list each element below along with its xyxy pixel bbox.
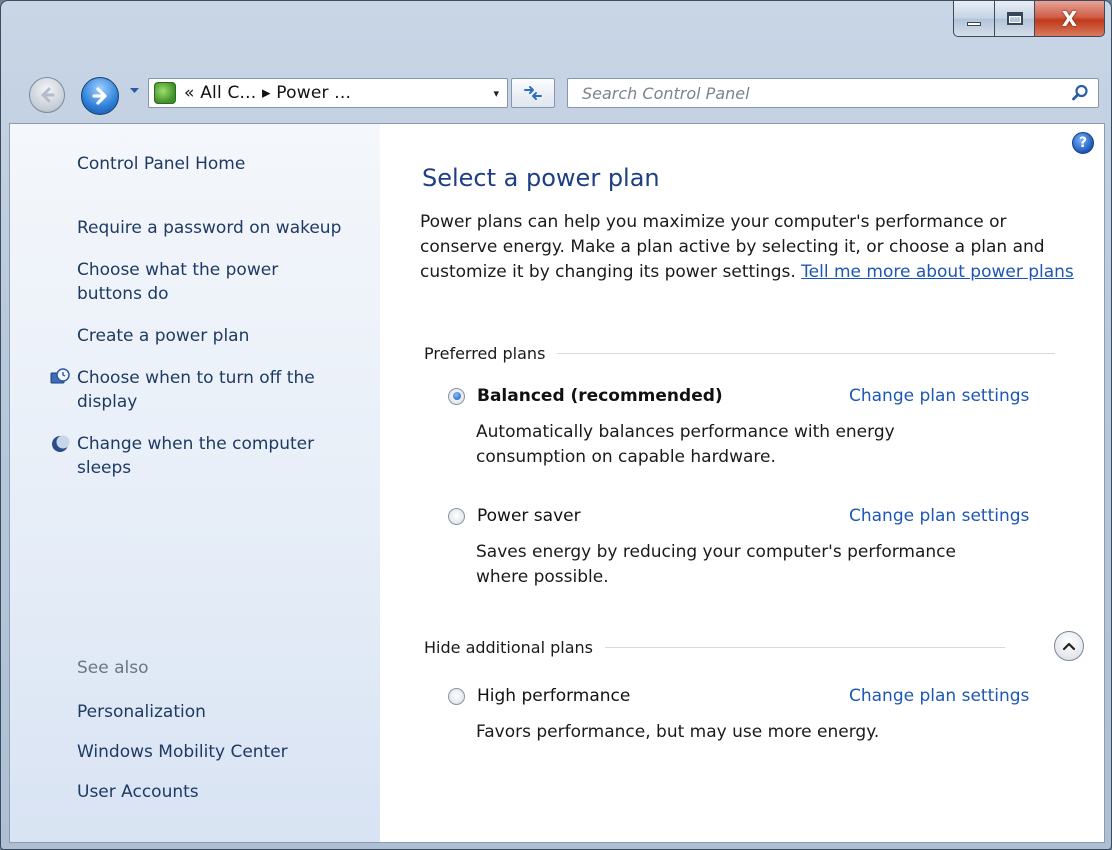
content-area: Control Panel Home Require a password on… bbox=[9, 123, 1105, 843]
search-input[interactable] bbox=[582, 83, 1066, 103]
close-button[interactable]: X bbox=[1035, 1, 1105, 37]
plan-balanced-radio[interactable] bbox=[448, 387, 465, 405]
preferred-plans-label: Preferred plans bbox=[424, 344, 546, 363]
see-also-heading: See also bbox=[77, 658, 149, 678]
main-pane: ? Select a power plan Power plans can he… bbox=[420, 124, 1104, 842]
computer-sleeps-link[interactable]: Change when the computer sleeps bbox=[77, 432, 347, 480]
see-also-user-accounts[interactable]: User Accounts bbox=[77, 780, 199, 804]
plan-balanced-description: Automatically balances performance with … bbox=[476, 422, 895, 467]
plan-high-performance-radio[interactable] bbox=[448, 687, 465, 705]
plan-balanced[interactable]: Balanced (recommended) bbox=[448, 386, 723, 406]
address-bar[interactable]: « All C... ▸ Power ... ▾ bbox=[148, 78, 508, 108]
learn-more-link[interactable]: Tell me more about power plans bbox=[801, 262, 1074, 282]
refresh-button[interactable] bbox=[511, 78, 555, 108]
forward-arrow-icon bbox=[92, 87, 107, 105]
navigation-bar: « All C... ▸ Power ... ▾ bbox=[1, 65, 1111, 123]
close-icon: X bbox=[1061, 6, 1078, 31]
moon-icon bbox=[52, 435, 70, 452]
maximize-icon bbox=[1006, 12, 1023, 25]
back-arrow-icon bbox=[41, 87, 55, 103]
plan-high-performance-change-settings-link[interactable]: Change plan settings bbox=[849, 686, 1029, 706]
power-options-window: X « All C... ▸ Power ... ▾ Search Contro… bbox=[0, 0, 1112, 850]
page-title: Select a power plan bbox=[422, 164, 660, 192]
plan-power-saver-label[interactable]: Power saver bbox=[477, 506, 581, 526]
maximize-button[interactable] bbox=[995, 1, 1035, 37]
monitor-clock-icon bbox=[50, 368, 70, 384]
plan-high-performance[interactable]: High performance bbox=[448, 686, 630, 706]
radio-selected-dot bbox=[452, 392, 461, 400]
breadcrumb[interactable]: « All C... ▸ Power ... bbox=[184, 83, 351, 103]
intro-text: Power plans can help you maximize your c… bbox=[420, 210, 1080, 285]
minimize-button[interactable] bbox=[953, 1, 995, 37]
help-icon[interactable]: ? bbox=[1072, 132, 1094, 154]
additional-plans-label: Hide additional plans bbox=[424, 638, 593, 657]
require-password-link[interactable]: Require a password on wakeup bbox=[77, 216, 377, 240]
task-pane: Control Panel Home Require a password on… bbox=[10, 124, 380, 842]
divider bbox=[605, 647, 1005, 648]
turn-off-display-link[interactable]: Choose when to turn off the display bbox=[77, 366, 347, 414]
refresh-icon bbox=[524, 86, 542, 100]
plan-high-performance-description: Favors performance, but may use more ene… bbox=[476, 722, 880, 742]
chevron-down-icon bbox=[130, 88, 139, 93]
chevron-up-icon bbox=[1062, 642, 1076, 651]
see-also-personalization[interactable]: Personalization bbox=[77, 700, 206, 724]
plan-power-saver-change-settings-link[interactable]: Change plan settings bbox=[849, 506, 1029, 526]
plan-balanced-change-settings-link[interactable]: Change plan settings bbox=[849, 386, 1029, 406]
control-panel-home-link[interactable]: Control Panel Home bbox=[77, 152, 245, 176]
additional-plans-header: Hide additional plans bbox=[424, 638, 1005, 657]
hide-additional-plans-button[interactable] bbox=[1054, 631, 1084, 661]
search-button[interactable] bbox=[1066, 79, 1094, 107]
plan-power-saver-description: Saves energy by reducing your computer's… bbox=[476, 542, 956, 587]
control-panel-icon bbox=[154, 82, 176, 104]
recent-pages-dropdown[interactable] bbox=[129, 87, 140, 98]
plan-balanced-label[interactable]: Balanced (recommended) bbox=[477, 386, 723, 406]
back-button[interactable] bbox=[29, 77, 65, 113]
divider bbox=[557, 353, 1056, 354]
plan-power-saver[interactable]: Power saver bbox=[448, 506, 581, 526]
see-also-mobility-center[interactable]: Windows Mobility Center bbox=[77, 740, 288, 764]
caption-buttons: X bbox=[953, 1, 1105, 37]
create-power-plan-link[interactable]: Create a power plan bbox=[77, 324, 337, 348]
minimize-icon bbox=[967, 21, 981, 26]
power-buttons-link[interactable]: Choose what the power buttons do bbox=[77, 258, 317, 306]
preferred-plans-header: Preferred plans bbox=[424, 344, 1056, 363]
forward-button[interactable] bbox=[81, 77, 119, 115]
plan-high-performance-label[interactable]: High performance bbox=[477, 686, 630, 706]
plan-power-saver-radio[interactable] bbox=[448, 507, 465, 525]
search-box bbox=[567, 78, 1099, 108]
address-dropdown-icon[interactable]: ▾ bbox=[493, 87, 499, 100]
search-icon bbox=[1072, 84, 1088, 101]
title-bar[interactable]: X bbox=[1, 1, 1111, 65]
